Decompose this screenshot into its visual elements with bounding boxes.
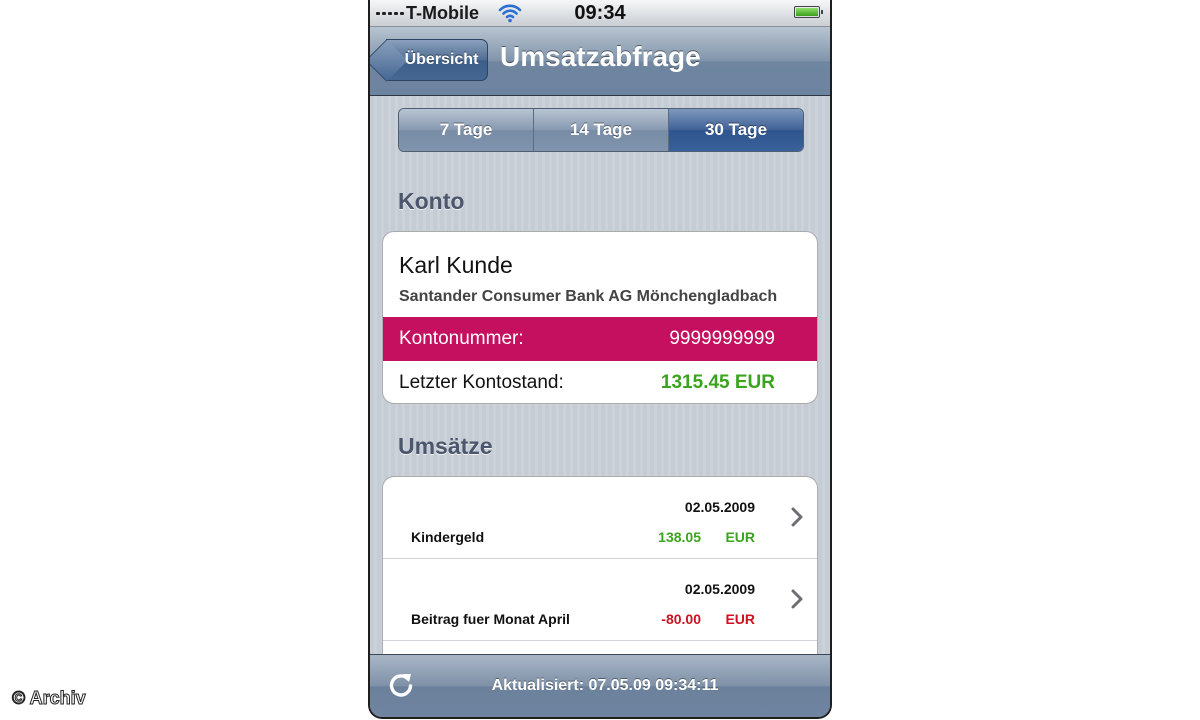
back-button-label: Übersicht <box>404 51 479 68</box>
last-updated-text: Aktualisiert: 07.05.09 09:34:11 <box>491 677 719 694</box>
navigation-bar: Übersicht Umsatzabfrage <box>370 27 830 96</box>
balance-value: 1315.45 EUR <box>660 372 775 393</box>
status-time: 09:34 <box>574 2 626 24</box>
status-bar: T-Mobile 09:34 <box>370 0 830 27</box>
account-holder-name: Karl Kunde <box>399 252 513 278</box>
bank-name: Santander Consumer Bank AG Mönchengladba… <box>399 288 778 305</box>
chevron-right-icon <box>791 589 803 609</box>
transaction-amount: -80.00 <box>661 611 701 627</box>
transaction-currency: EUR <box>725 529 755 545</box>
bottom-toolbar: Aktualisiert: 07.05.09 09:34:11 <box>370 654 830 717</box>
account-number-value: 9999999999 <box>669 328 775 349</box>
balance-row: Letzter Kontostand: 1315.45 EUR <box>383 361 817 403</box>
transaction-date: 02.05.2009 <box>684 581 755 597</box>
account-number-row: Kontonummer: 9999999999 <box>383 317 817 361</box>
account-number-label: Kontonummer: <box>399 328 524 349</box>
segment-14-days[interactable]: 14 Tage <box>534 109 669 151</box>
transaction-row[interactable]: 02.05.2009 Beitrag fuer Monat April -80.… <box>383 559 817 641</box>
transaction-description: Kindergeld <box>411 529 485 545</box>
chevron-right-icon <box>791 507 803 527</box>
transaction-row[interactable]: 02.05.2009 Kindergeld 138.05 EUR <box>383 477 817 559</box>
phone-screen: T-Mobile 09:34 Übersicht Umsatzabfrage 7… <box>368 0 832 719</box>
segment-30-days[interactable]: 30 Tage <box>669 109 803 151</box>
transactions-section-header: Umsätze <box>398 433 493 459</box>
period-segmented-control: 7 Tage 14 Tage 30 Tage <box>398 108 804 152</box>
segment-7-days[interactable]: 7 Tage <box>399 109 534 151</box>
transaction-currency: EUR <box>725 611 755 627</box>
transaction-date: 02.05.2009 <box>684 499 755 515</box>
battery-icon <box>794 6 823 18</box>
balance-label: Letzter Kontostand: <box>399 372 564 393</box>
transaction-description: Beitrag fuer Monat April <box>411 611 570 627</box>
back-button[interactable]: Übersicht <box>386 39 488 81</box>
transactions-list: 02.05.2009 Kindergeld 138.05 EUR 02.05.2… <box>382 476 818 676</box>
transaction-amount: 138.05 <box>658 529 701 545</box>
image-credit: © Archiv <box>12 688 87 709</box>
account-card: Karl Kunde Santander Consumer Bank AG Mö… <box>382 231 818 404</box>
account-section-header: Konto <box>398 188 465 214</box>
page-title: Umsatzabfrage <box>500 41 701 72</box>
